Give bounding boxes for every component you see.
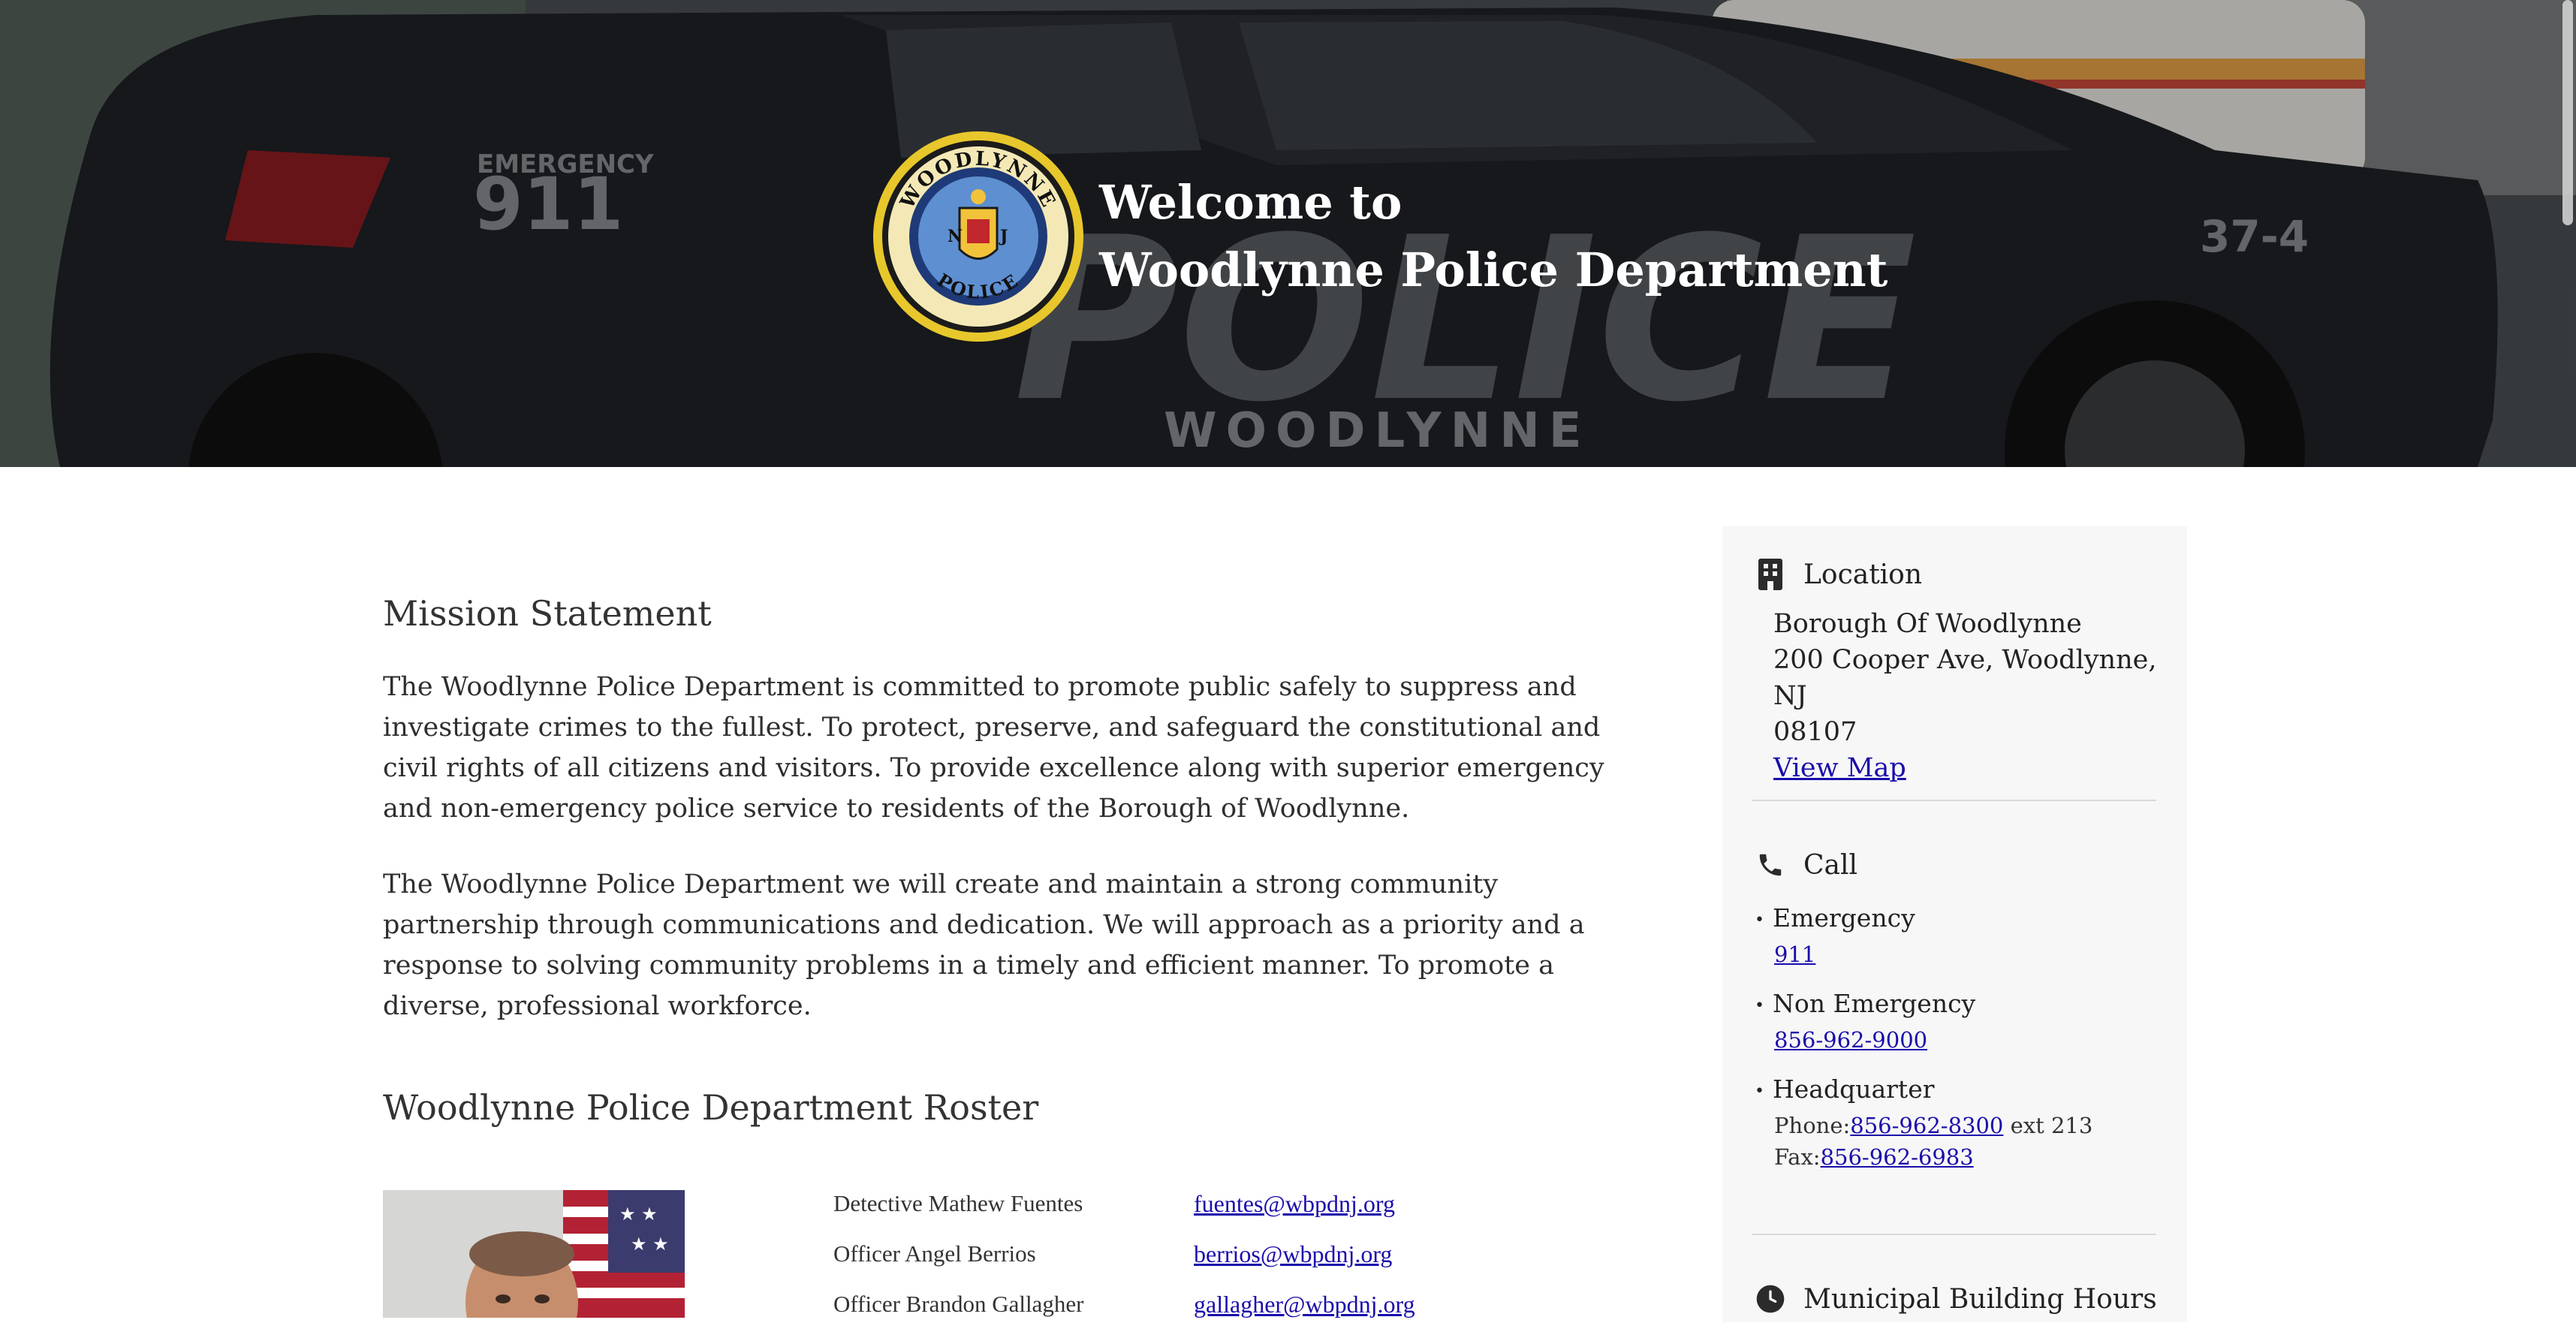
roster-row: Officer Angel Berrios berrios@wbpdnj.org <box>833 1240 1509 1291</box>
building-icon <box>1755 558 1785 591</box>
hero-content: N J WOODLYNNE POLICE Welcome to Woodlynn… <box>871 129 1888 344</box>
hero-title: Welcome to Woodlynne Police Department <box>1099 169 1888 304</box>
hours-header: Municipal Building Hours <box>1755 1282 2157 1315</box>
officer-photo: ★ ★ ★ ★ <box>383 1190 685 1318</box>
call-header: Call <box>1755 848 1857 881</box>
sidebar-divider <box>1752 800 2156 801</box>
hq-fax-prefix: Fax: <box>1774 1144 1821 1170</box>
call-non-emergency: Non Emergency 856-962-9000 <box>1755 989 1975 1056</box>
svg-text:★ ★: ★ ★ <box>619 1204 658 1225</box>
roster-member-name: Officer Brandon Gallagher <box>833 1291 1084 1317</box>
sidebar-divider <box>1752 1234 2156 1235</box>
roster-member-name: Detective Mathew Fuentes <box>833 1190 1083 1216</box>
emergency-phone-link[interactable]: 911 <box>1774 942 1815 967</box>
hero-department-name: Woodlynne Police Department <box>1099 243 1888 297</box>
hero-banner: EMERGENCY 911 POLICE WOODLYNNE 37-4 N J … <box>0 0 2576 467</box>
hq-ext: ext 213 <box>2010 1113 2093 1138</box>
headquarter-label: Headquarter <box>1773 1074 1935 1104</box>
roster-member-email-link[interactable]: berrios@wbpdnj.org <box>1194 1240 1392 1268</box>
roster-row: Officer Brandon Gallagher gallagher@wbpd… <box>833 1291 1509 1341</box>
hours-title: Municipal Building Hours <box>1803 1283 2157 1315</box>
svg-text:★ ★: ★ ★ <box>631 1234 669 1255</box>
hero-welcome: Welcome to <box>1099 175 1402 230</box>
hq-fax-link[interactable]: 856-962-6983 <box>1821 1144 1974 1170</box>
roster-member-name: Officer Angel Berrios <box>833 1240 1036 1267</box>
roster-row: Detective Mathew Fuentes fuentes@wbpdnj.… <box>833 1190 1509 1240</box>
clock-icon <box>1755 1282 1785 1315</box>
location-line-2: 200 Cooper Ave, Woodlynne, NJ <box>1773 645 2157 711</box>
non-emergency-label: Non Emergency <box>1773 989 1976 1018</box>
call-emergency: Emergency 911 <box>1755 903 1915 970</box>
location-header: Location <box>1755 558 1922 591</box>
location-title: Location <box>1803 559 1923 590</box>
roster-heading: Woodlynne Police Department Roster <box>383 1087 1039 1128</box>
call-headquarter: Headquarter Phone:856-962-8300 ext 213 F… <box>1755 1074 2092 1173</box>
police-badge-logo: N J WOODLYNNE POLICE <box>873 131 1083 342</box>
hq-phone-prefix: Phone: <box>1774 1113 1851 1138</box>
phone-icon <box>1755 848 1785 881</box>
hq-phone-link[interactable]: 856-962-8300 <box>1850 1113 2003 1138</box>
call-title: Call <box>1803 849 1858 881</box>
view-map-link[interactable]: View Map <box>1773 753 1906 783</box>
location-line-1: Borough Of Woodlynne <box>1773 609 2082 639</box>
mission-heading: Mission Statement <box>383 593 712 634</box>
emergency-label: Emergency <box>1773 903 1915 933</box>
roster-section: Woodlynne Police Department Roster <box>383 1087 1659 1128</box>
badge-state-left: N <box>948 227 963 246</box>
location-address: Borough Of Woodlynne 200 Cooper Ave, Woo… <box>1773 606 2179 786</box>
mission-section: Mission Statement The Woodlynne Police D… <box>383 541 1659 1026</box>
roster-member-email-link[interactable]: gallagher@wbpdnj.org <box>1194 1291 1415 1318</box>
roster-member-email-link[interactable]: fuentes@wbpdnj.org <box>1194 1190 1395 1218</box>
location-line-3: 08107 <box>1773 717 1857 747</box>
badge-state-right: J <box>999 227 1008 246</box>
mission-paragraph-1: The Woodlynne Police Department is commi… <box>383 672 1604 824</box>
non-emergency-phone-link[interactable]: 856-962-9000 <box>1774 1027 1927 1053</box>
roster-list: Detective Mathew Fuentes fuentes@wbpdnj.… <box>833 1190 1509 1341</box>
page-scrollbar[interactable] <box>2562 0 2573 225</box>
mission-paragraph-2: The Woodlynne Police Department we will … <box>383 869 1585 1021</box>
